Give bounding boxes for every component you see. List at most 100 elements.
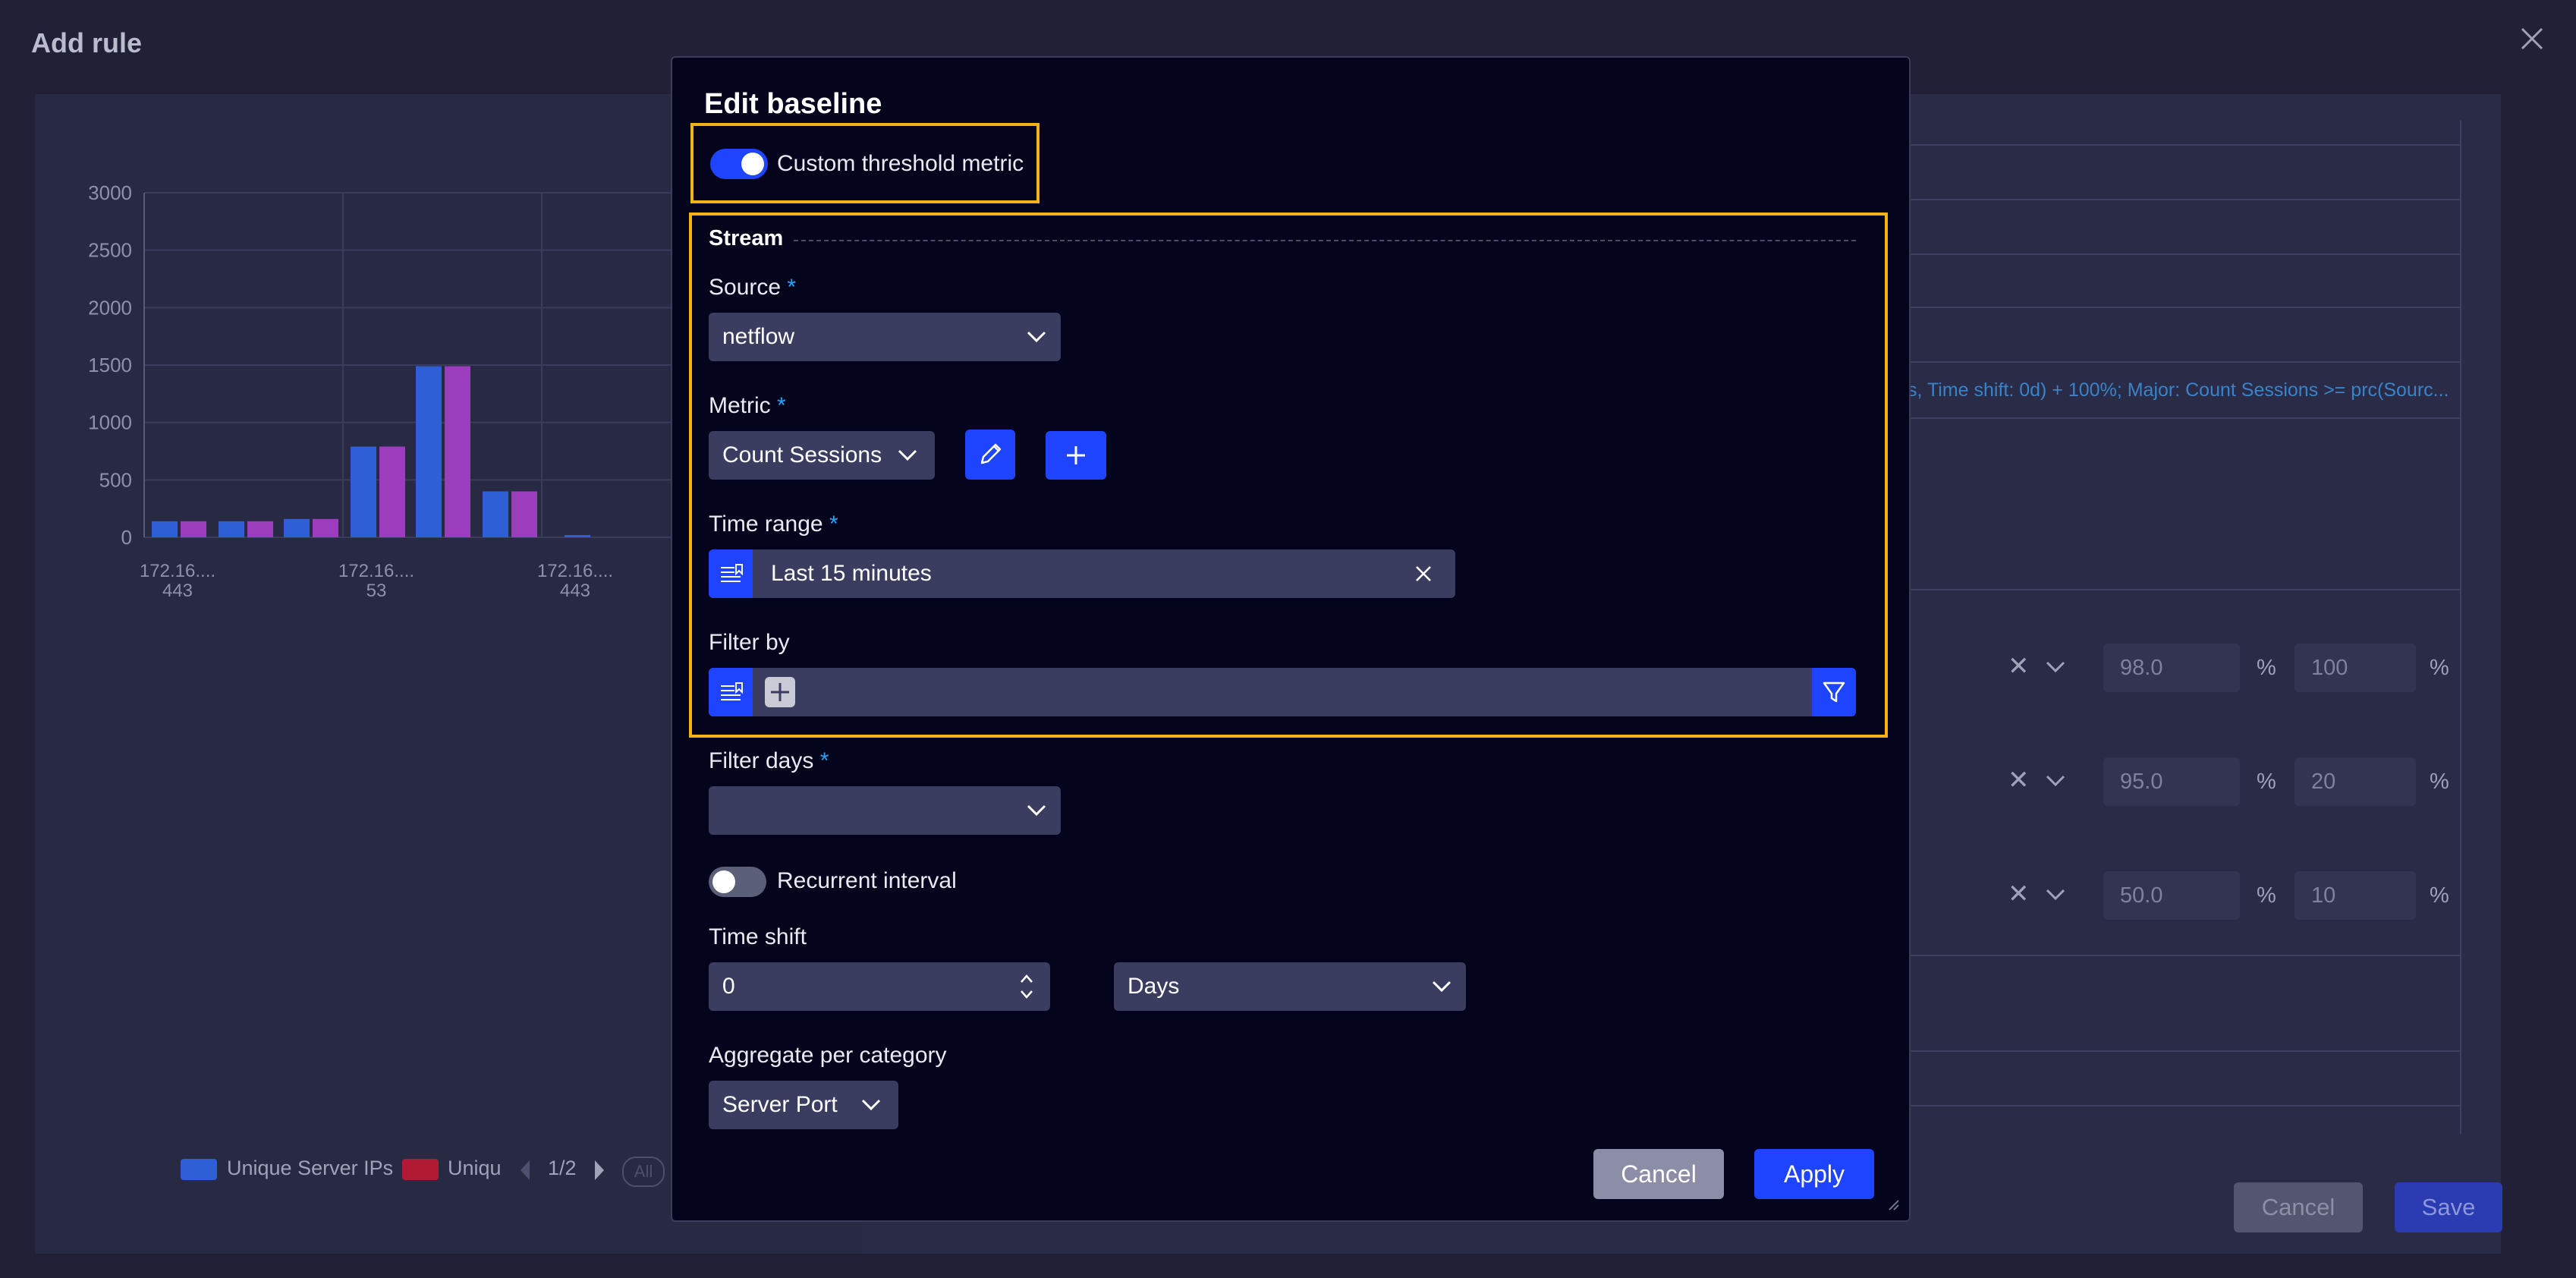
chevron-down-icon — [1432, 981, 1452, 993]
background-save-button[interactable]: Save — [2395, 1182, 2502, 1232]
add-metric-button[interactable] — [1046, 431, 1106, 480]
bar — [379, 446, 405, 537]
aggregate-value: Server Port — [722, 1092, 838, 1117]
percent-unit: % — [2257, 883, 2276, 908]
stepper-icon[interactable] — [1018, 971, 1035, 1002]
x-tick-label: 172.16.... — [140, 561, 215, 581]
bar — [565, 534, 590, 537]
stream-section-title: Stream — [709, 226, 784, 250]
clear-icon[interactable]: ✕ — [2008, 879, 2030, 909]
percent-unit: % — [2430, 883, 2449, 908]
threshold-high-input[interactable]: 20 — [2294, 757, 2416, 806]
filter-days-label: Filter days * — [709, 748, 829, 773]
threshold-high-input[interactable]: 100 — [2294, 644, 2416, 692]
x-tick-label: 172.16.... — [338, 561, 414, 581]
metric-select[interactable]: Count Sessions — [709, 431, 935, 480]
custom-threshold-label: Custom threshold metric — [777, 151, 1024, 176]
time-shift-label: Time shift — [709, 924, 807, 949]
time-range-label: Time range * — [709, 512, 838, 537]
filter-by-field[interactable] — [709, 668, 1856, 716]
clear-icon[interactable]: ✕ — [2008, 651, 2030, 681]
chevron-down-icon — [1027, 804, 1046, 817]
page-title: Add rule — [31, 27, 143, 58]
dialog-title: Edit baseline — [704, 88, 882, 120]
saved-filter-button[interactable] — [709, 668, 753, 716]
legend-next-icon[interactable] — [592, 1159, 607, 1182]
x-tick-label: 172.16.... — [537, 561, 613, 581]
apply-button[interactable]: Apply — [1754, 1149, 1874, 1199]
percent-unit: % — [2430, 770, 2449, 794]
source-select[interactable]: netflow — [709, 313, 1061, 361]
time-range-value: Last 15 minutes — [771, 561, 932, 586]
saved-list-icon — [721, 564, 743, 582]
percent-unit: % — [2257, 770, 2276, 794]
time-shift-unit-value: Days — [1128, 974, 1180, 999]
bar — [247, 521, 273, 537]
x-tick-label: 443 — [162, 581, 193, 601]
chevron-down-icon[interactable] — [2046, 660, 2065, 674]
clear-icon[interactable]: ✕ — [2008, 765, 2030, 795]
y-tick-label: 2000 — [88, 296, 132, 319]
legend-swatch-series-2[interactable] — [402, 1159, 439, 1180]
pencil-icon — [980, 443, 1002, 464]
bar — [511, 491, 537, 537]
y-tick-label: 0 — [121, 526, 132, 549]
time-shift-unit-select[interactable]: Days — [1114, 962, 1466, 1011]
filter-days-select[interactable] — [709, 786, 1061, 835]
threshold-high-input[interactable]: 10 — [2294, 871, 2416, 920]
resize-handle-icon[interactable] — [1886, 1198, 1900, 1211]
chevron-down-icon[interactable] — [2046, 888, 2065, 902]
chevron-down-icon — [1027, 331, 1046, 343]
source-value: netflow — [722, 324, 795, 349]
metric-label: Metric * — [709, 393, 786, 418]
bar — [219, 521, 244, 537]
edit-baseline-dialog: Edit baseline Custom threshold metric St… — [671, 56, 1911, 1222]
percent-unit: % — [2257, 656, 2276, 680]
bar — [152, 521, 178, 537]
stream-divider — [794, 240, 1856, 241]
legend-label-series-2[interactable]: Uniqu — [448, 1157, 502, 1180]
chevron-down-icon — [861, 1099, 881, 1111]
chevron-down-icon[interactable] — [2046, 774, 2065, 788]
edit-metric-button[interactable] — [965, 430, 1015, 480]
add-filter-button[interactable] — [765, 677, 795, 707]
x-tick-label: 443 — [560, 581, 590, 601]
custom-threshold-toggle[interactable] — [710, 149, 768, 179]
clear-icon[interactable] — [1414, 565, 1433, 583]
y-tick-label: 1500 — [88, 354, 132, 376]
bar — [351, 446, 376, 537]
y-tick-label: 500 — [99, 468, 132, 491]
recurrent-interval-label: Recurrent interval — [777, 868, 957, 893]
threshold-low-input[interactable]: 50.0 — [2103, 871, 2240, 920]
close-icon[interactable] — [2519, 26, 2545, 52]
y-tick-label: 1000 — [88, 411, 132, 434]
legend-swatch-series-1[interactable] — [181, 1159, 217, 1180]
aggregate-label: Aggregate per category — [709, 1043, 947, 1068]
threshold-low-input[interactable]: 95.0 — [2103, 757, 2240, 806]
threshold-low-input[interactable]: 98.0 — [2103, 644, 2240, 692]
plus-icon — [771, 683, 789, 701]
bar — [445, 366, 470, 537]
time-shift-value: 0 — [722, 974, 735, 999]
legend-all-button[interactable]: All — [622, 1157, 665, 1187]
rule-summary-text: s, Time shift: 0d) + 100%; Major: Count … — [1908, 379, 2449, 401]
apply-filter-button[interactable] — [1812, 668, 1856, 716]
cancel-button[interactable]: Cancel — [1593, 1149, 1724, 1199]
time-range-field[interactable]: Last 15 minutes — [709, 549, 1455, 598]
legend-prev-icon[interactable] — [517, 1159, 533, 1182]
funnel-icon — [1823, 681, 1845, 703]
time-shift-input[interactable]: 0 — [709, 962, 1050, 1011]
legend-page-indicator: 1/2 — [548, 1157, 577, 1179]
bar — [416, 366, 442, 537]
plus-icon — [1067, 446, 1085, 464]
saved-filter-button[interactable] — [709, 549, 753, 598]
background-cancel-button[interactable]: Cancel — [2234, 1182, 2363, 1232]
recurrent-interval-toggle[interactable] — [709, 867, 766, 897]
bar — [181, 521, 206, 537]
filter-by-label: Filter by — [709, 630, 790, 655]
x-tick-label: 53 — [366, 581, 387, 601]
legend-label-series-1[interactable]: Unique Server IPs — [227, 1157, 393, 1180]
aggregate-select[interactable]: Server Port — [709, 1081, 898, 1129]
chevron-down-icon — [898, 449, 917, 461]
metric-value: Count Sessions — [722, 442, 882, 467]
